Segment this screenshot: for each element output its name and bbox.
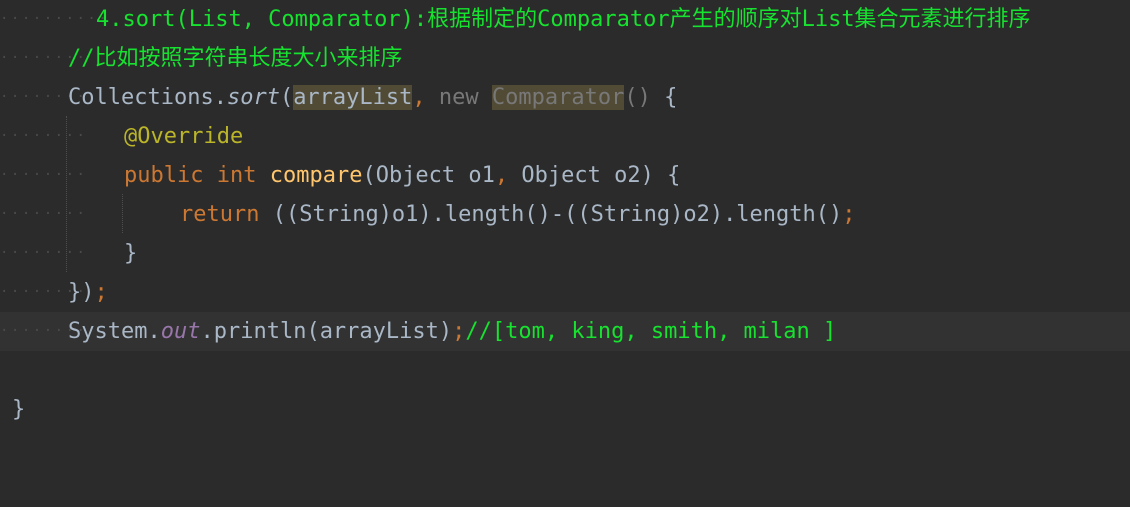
method-call: sort — [226, 85, 280, 110]
code-line-5: ········ public int compare(Object o1, O… — [0, 156, 1130, 195]
comma: , — [412, 85, 426, 110]
params: (Object o1 — [362, 163, 495, 188]
comment-text: //[tom, king, smith, milan ] — [465, 319, 837, 344]
dot: . — [147, 319, 161, 344]
keyword-int: int — [216, 163, 257, 188]
brace: { — [650, 85, 678, 110]
whitespace-dots: ········ — [0, 128, 88, 144]
comment-text: 4.sort(List, Comparator):根据制定的Comparator… — [96, 7, 1031, 32]
whitespace-dots: ········ — [0, 167, 88, 183]
annotation: @Override — [124, 124, 244, 149]
code-text: return ((String)o1).length()-((String)o2… — [180, 195, 856, 234]
code-editor[interactable]: ·········· 4.sort(List, Comparator):根据制定… — [0, 0, 1130, 422]
expression: ((String)o1).length()-((String)o2).lengt… — [259, 202, 843, 227]
closing-paren: }) — [68, 280, 95, 305]
keyword-return: return — [180, 202, 260, 227]
static-field: out — [160, 319, 201, 344]
code-text: System.out.println(arrayList);//[tom, ki… — [68, 312, 836, 351]
dot: . — [213, 85, 227, 110]
whitespace-dots: ········ — [0, 206, 88, 222]
method-declaration: compare — [269, 163, 363, 188]
code-line-6: ········ return ((String)o1).length()-((… — [0, 195, 1130, 234]
code-line-11: } — [0, 390, 1130, 429]
class-name: Collections — [68, 85, 214, 110]
paren: ( — [279, 85, 294, 110]
code-line-8: ········ }); — [0, 273, 1130, 312]
code-line-1: ·········· 4.sort(List, Comparator):根据制定… — [0, 0, 1130, 39]
whitespace-dots: ········ — [0, 245, 88, 261]
params: Object o2) { — [508, 163, 681, 188]
closing-brace: } — [12, 397, 26, 422]
semicolon: ; — [842, 202, 856, 227]
argument-highlight: arrayList — [293, 85, 413, 110]
type-highlight: Comparator — [491, 85, 625, 110]
keyword-public: public — [124, 163, 204, 188]
keyword-new: new — [438, 85, 479, 110]
code-line-9: ········ System.out.println(arrayList);/… — [0, 312, 1130, 351]
comment-text: //比如按照字符串长度大小来排序 — [68, 46, 403, 71]
code-line-7: ········ } — [0, 234, 1130, 273]
whitespace-dots: ·········· — [0, 11, 110, 27]
semicolon: ; — [94, 280, 108, 305]
comma: , — [494, 163, 509, 188]
closing-brace: } — [124, 241, 138, 266]
code-line-4: ········ @Override — [0, 117, 1130, 156]
code-text: public int compare(Object o1, Object o2)… — [124, 156, 680, 195]
method-call: .println(arrayList) — [200, 319, 453, 344]
code-text: Collections.sort(arrayList, new Comparat… — [68, 78, 677, 117]
code-text: }); — [68, 273, 108, 312]
class-name: System — [68, 319, 148, 344]
semicolon: ; — [452, 319, 466, 344]
code-line-3: ········ Collections.sort(arrayList, new… — [0, 78, 1130, 117]
code-line-2: ········ //比如按照字符串长度大小来排序 — [0, 39, 1130, 78]
parens: () — [624, 85, 651, 110]
